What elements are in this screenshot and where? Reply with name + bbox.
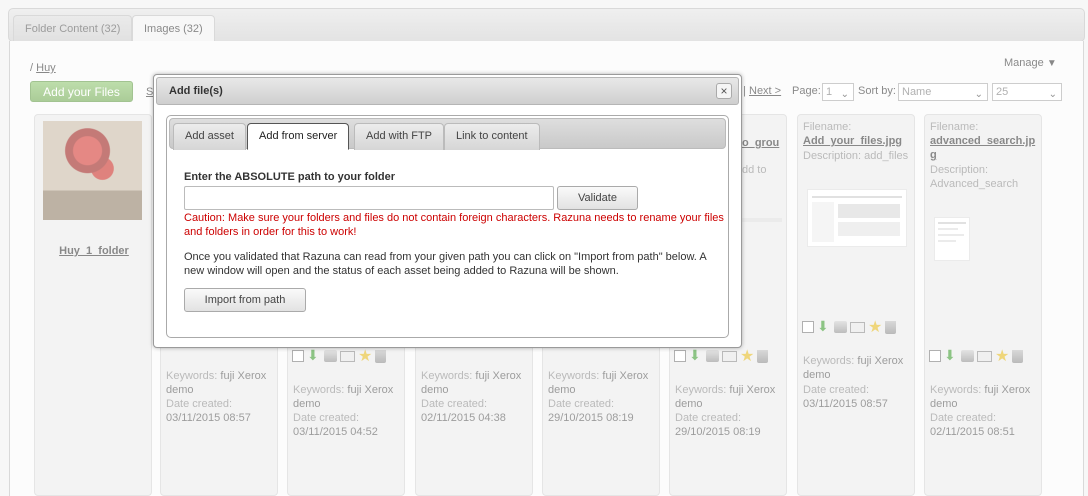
tab-add-with-ftp[interactable]: Add with FTP — [354, 123, 445, 150]
tab-add-from-server[interactable]: Add from server — [247, 123, 350, 150]
tab-link-to-content[interactable]: Link to content — [444, 123, 540, 150]
tab-add-asset[interactable]: Add asset — [173, 123, 246, 150]
close-icon[interactable]: × — [716, 83, 732, 99]
dialog-tab-bar: Add asset Add from server Add with FTP L… — [169, 118, 726, 150]
path-label: Enter the ABSOLUTE path to your folder — [184, 171, 396, 183]
validate-button[interactable]: Validate — [557, 186, 638, 210]
dialog-header: Add file(s) × — [156, 77, 739, 105]
import-info-text: Once you validated that Razuna can read … — [184, 251, 707, 277]
dialog-panel: Add asset Add from server Add with FTP L… — [166, 115, 729, 338]
server-path-input[interactable] — [184, 186, 554, 210]
add-files-dialog: Add file(s) × Add asset Add from server … — [153, 74, 742, 348]
dialog-title: Add file(s) — [169, 85, 223, 97]
caution-text: Caution: Make sure your folders and file… — [184, 212, 724, 238]
import-from-path-button[interactable]: Import from path — [184, 288, 306, 312]
